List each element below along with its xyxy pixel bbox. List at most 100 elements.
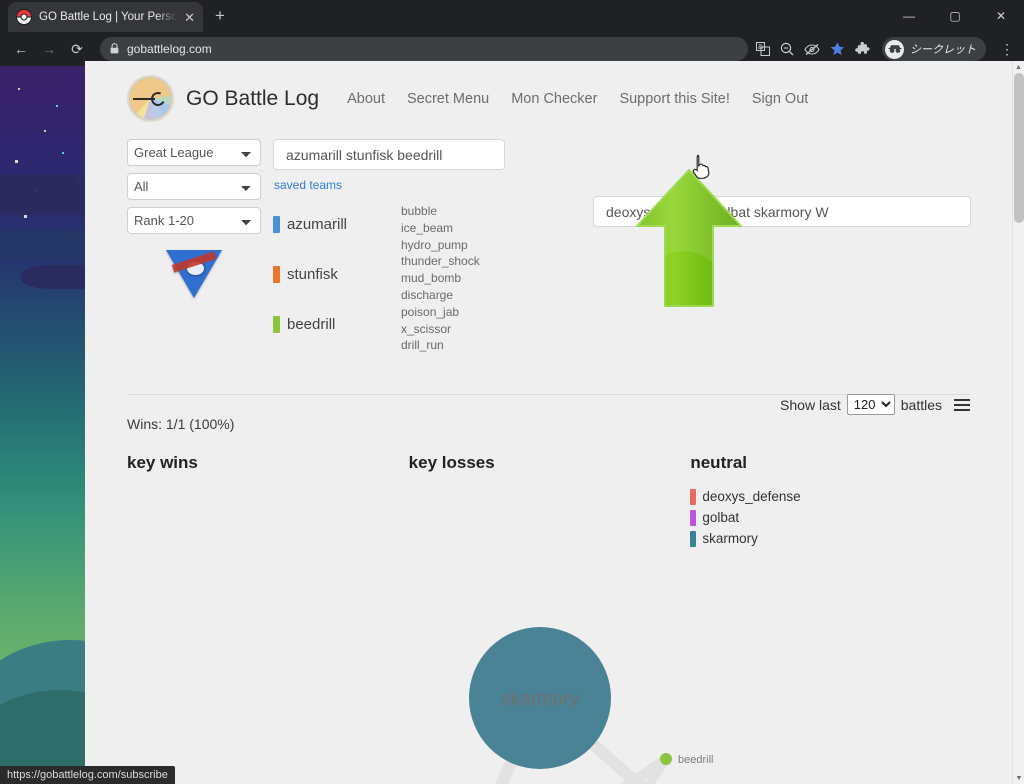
gobattlelog-logo-icon [127, 75, 174, 122]
saved-teams-link[interactable]: saved teams [274, 178, 505, 192]
team-color-swatch [273, 315, 280, 333]
legend-color-swatch [690, 530, 697, 547]
close-icon[interactable]: ✕ [184, 11, 195, 24]
tab-strip: GO Battle Log | Your Personal Ba ✕ + — ▢… [0, 0, 1024, 32]
results-columns: key wins key losses neutral deoxys_defen… [127, 453, 972, 549]
move-item: thunder_shock [401, 254, 480, 269]
move-item: x_scissor [401, 321, 452, 336]
nav-item-support-this-site[interactable]: Support this Site! [619, 91, 729, 107]
team-member-names: azumarill stunfisk beedrill [273, 199, 401, 354]
league-select[interactable]: Great League [127, 139, 261, 166]
pokeball-favicon [16, 9, 32, 25]
graph-node-beedrill[interactable] [660, 753, 672, 765]
filter-selects: Great League All Rank 1-20 [127, 139, 261, 354]
team-member-name: azumarill [287, 215, 348, 233]
column-neutral: neutral deoxys_defense golbat skarmory [690, 453, 972, 549]
show-last-battles-control: Show last 120 battles [780, 394, 970, 415]
close-window-button[interactable]: ✕ [978, 0, 1024, 32]
team-member-row[interactable]: stunfisk [273, 249, 401, 299]
team-search-input[interactable]: azumarill stunfisk beedrill [273, 139, 505, 170]
team-member-row[interactable]: azumarill [273, 199, 401, 249]
rank-badge-wrap [127, 241, 261, 298]
nav-item-secret-menu[interactable]: Secret Menu [407, 91, 489, 107]
page-viewport: GO Battle Log About Secret Menu Mon Chec… [85, 61, 1024, 784]
team-color-swatch [273, 265, 280, 283]
move-item: discharge [401, 287, 454, 302]
neutral-list: deoxys_defense golbat skarmory [690, 486, 972, 549]
main-nav: About Secret Menu Mon Checker Support th… [347, 91, 808, 107]
lock-icon [110, 42, 119, 56]
nav-item-about[interactable]: About [347, 91, 385, 107]
move-item: drill_run [401, 338, 444, 353]
password-hidden-icon[interactable] [804, 43, 820, 56]
move-item: bubble [401, 204, 438, 218]
team-member-name: stunfisk [287, 265, 338, 283]
move-list: bubble ice_beam hydro_pump thunder_shock… [401, 199, 480, 354]
battles-label: battles [900, 396, 942, 413]
filters-and-team: Great League All Rank 1-20 azumarill stu… [85, 122, 1012, 354]
new-tab-button[interactable]: + [215, 6, 225, 26]
back-icon[interactable]: ← [8, 36, 34, 62]
legend-color-swatch [690, 488, 697, 505]
reload-icon[interactable]: ⟳ [64, 36, 90, 62]
list-item[interactable]: deoxys_defense [690, 486, 972, 507]
maximize-button[interactable]: ▢ [932, 0, 978, 32]
bookmark-star-icon[interactable] [830, 42, 845, 56]
battles-count-select[interactable]: 120 [846, 394, 895, 415]
legend-label: skarmory [702, 531, 758, 546]
tab-title: GO Battle Log | Your Personal Ba [39, 11, 178, 23]
team-column: azumarill stunfisk beedrill saved teams … [273, 139, 505, 354]
address-bar-url: gobattlelog.com [127, 42, 212, 56]
page-scrollbar[interactable]: ▲ ▼ [1012, 61, 1024, 784]
nav-item-sign-out[interactable]: Sign Out [752, 91, 808, 107]
move-item: mud_bomb [401, 271, 462, 286]
graph-node-label: beedrill [678, 754, 713, 766]
incognito-label: シークレット [910, 44, 976, 56]
move-item: poison_jab [401, 304, 460, 319]
address-bar[interactable]: gobattlelog.com [100, 37, 748, 61]
hamburger-menu-icon[interactable] [954, 398, 970, 411]
incognito-avatar [885, 39, 904, 59]
incognito-indicator[interactable]: シークレット [882, 37, 986, 61]
column-key-losses: key losses [409, 453, 691, 549]
list-item[interactable]: golbat [690, 507, 972, 528]
opponent-search-input[interactable]: deoxys_defense golbat skarmory W [593, 196, 971, 227]
scrollbar-thumb[interactable] [1014, 73, 1024, 223]
list-item[interactable]: skarmory [690, 528, 972, 549]
browser-menu-icon[interactable]: ⋮ [1000, 41, 1014, 58]
site-header: GO Battle Log About Secret Menu Mon Chec… [85, 61, 1012, 122]
scroll-up-icon[interactable]: ▲ [1013, 61, 1024, 73]
window-controls: — ▢ ✕ [886, 0, 1024, 32]
svg-text:あ: あ [758, 44, 764, 51]
team-members: azumarill stunfisk beedrill bubble ice_b… [273, 199, 505, 354]
column-title: key wins [127, 453, 198, 472]
forward-icon[interactable]: → [36, 36, 62, 62]
column-title: neutral [690, 453, 748, 472]
team-color-swatch [273, 215, 280, 233]
move-item: hydro_pump [401, 237, 468, 252]
extensions-icon[interactable] [855, 41, 870, 57]
team-member-name: beedrill [287, 315, 336, 333]
zoom-icon[interactable] [780, 42, 794, 56]
legend-label: deoxys_defense [702, 489, 801, 504]
legend-color-swatch [690, 509, 697, 526]
category-select[interactable]: All [127, 173, 261, 200]
matchup-network-graph: skarmory beedrill stunfisk [469, 627, 713, 784]
opponent-column: deoxys_defense golbat skarmory W [593, 196, 971, 227]
nav-item-mon-checker[interactable]: Mon Checker [511, 91, 597, 107]
gobattlelog-page: GO Battle Log About Secret Menu Mon Chec… [85, 61, 1012, 784]
minimize-button[interactable]: — [886, 0, 932, 32]
legend-label: golbat [702, 510, 740, 525]
wins-summary: Wins: 1/1 (100%) [127, 416, 235, 432]
translate-icon[interactable]: あ [756, 42, 770, 56]
move-item: ice_beam [401, 220, 454, 235]
scroll-down-icon[interactable]: ▼ [1013, 772, 1024, 784]
rank-select[interactable]: Rank 1-20 [127, 207, 261, 234]
browser-chrome: GO Battle Log | Your Personal Ba ✕ + — ▢… [0, 0, 1024, 66]
browser-tab[interactable]: GO Battle Log | Your Personal Ba ✕ [8, 2, 203, 32]
graph-node-label: skarmory [501, 689, 580, 710]
show-last-label: Show last [780, 396, 841, 413]
column-title: key losses [408, 453, 495, 472]
column-key-wins: key wins [127, 453, 409, 549]
team-member-row[interactable]: beedrill [273, 299, 401, 349]
